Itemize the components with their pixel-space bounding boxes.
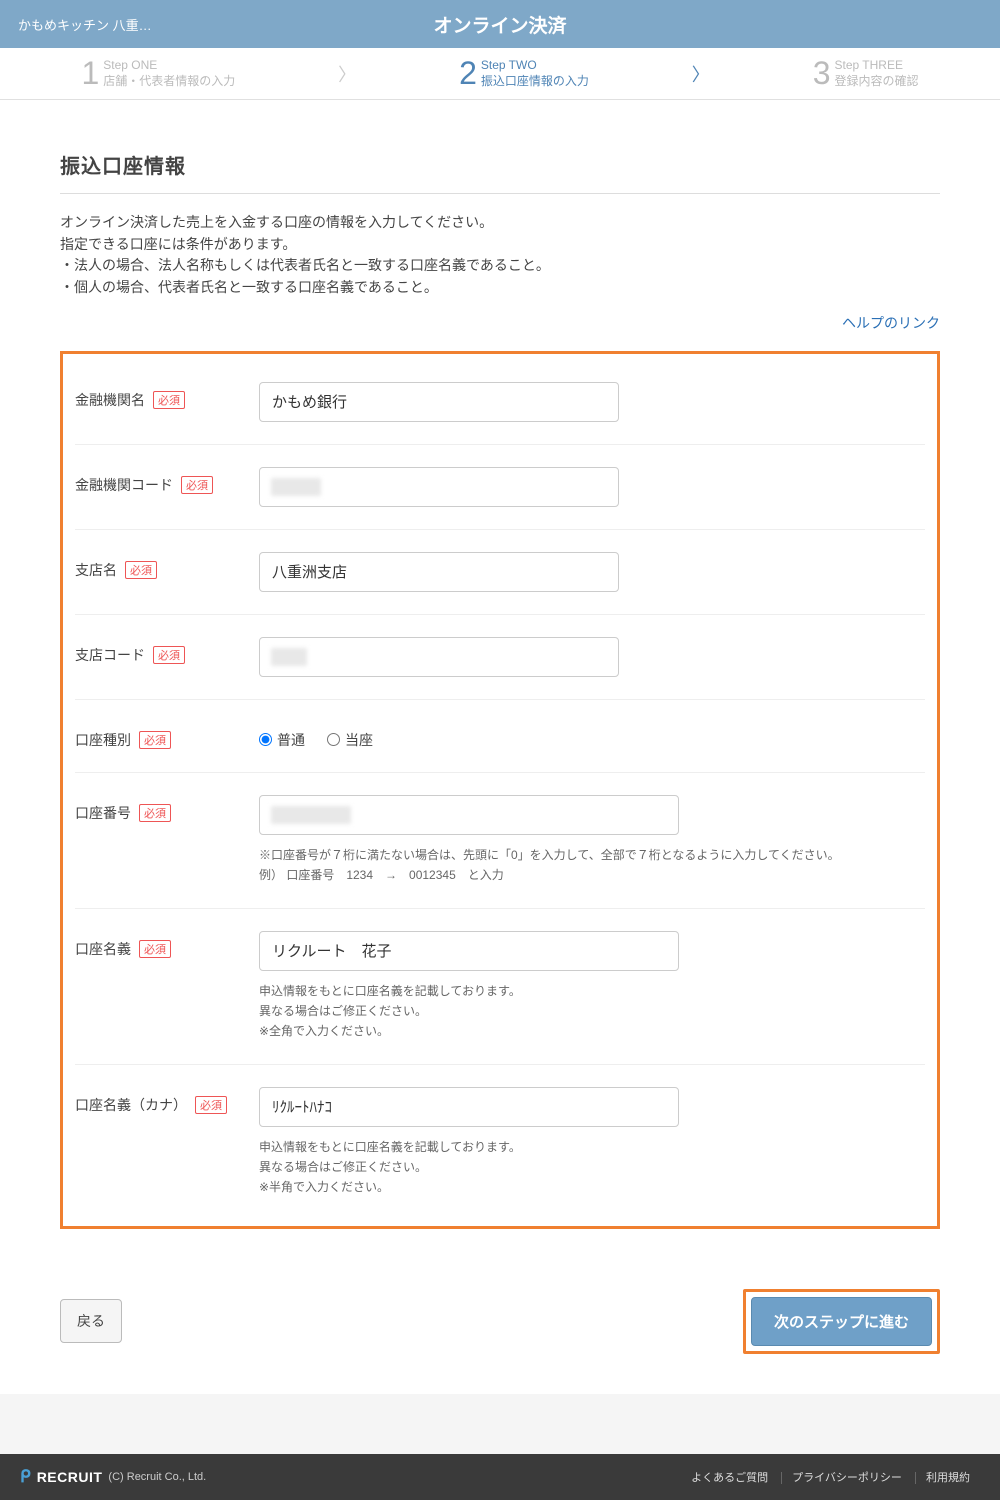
- row-branch-code: 支店コード 必須: [75, 615, 925, 700]
- radio-touza[interactable]: [327, 733, 340, 746]
- masked-value: [271, 478, 321, 496]
- account-holder-kana-note: 申込情報をもとに口座名義を記載しております。 異なる場合はご修正ください。 ※半…: [259, 1137, 925, 1198]
- step-top-label: Step THREE: [835, 58, 919, 74]
- branch-name-input[interactable]: [259, 552, 619, 592]
- account-type-touza[interactable]: 当座: [327, 730, 373, 750]
- masked-value: [271, 648, 307, 666]
- footer-link-privacy[interactable]: プライバシーポリシー: [781, 1472, 912, 1484]
- next-button-highlight: 次のステップに進む: [743, 1289, 940, 1354]
- branch-code-input[interactable]: [259, 637, 619, 677]
- bank-name-input[interactable]: [259, 382, 619, 422]
- account-number-label: 口座番号: [75, 803, 131, 823]
- step-three: 3 Step THREE 登録内容の確認: [813, 55, 919, 92]
- step-number: 2: [459, 55, 477, 92]
- row-account-number: 口座番号 必須 ※口座番号が７桁に満たない場合は、先頭に「0」を入力して、全部で…: [75, 773, 925, 909]
- account-number-note: ※口座番号が７桁に満たない場合は、先頭に「0」を入力して、全部で７桁となるように…: [259, 845, 925, 886]
- next-button[interactable]: 次のステップに進む: [751, 1297, 932, 1346]
- step-bottom-label: 店舗・代表者情報の入力: [103, 74, 235, 90]
- account-type-label: 口座種別: [75, 730, 131, 750]
- required-badge: 必須: [153, 646, 185, 664]
- row-account-holder: 口座名義 必須 申込情報をもとに口座名義を記載しております。 異なる場合はご修正…: [75, 909, 925, 1065]
- back-button[interactable]: 戻る: [60, 1299, 122, 1343]
- account-holder-kana-label: 口座名義（カナ）: [75, 1095, 187, 1115]
- step-top-label: Step TWO: [481, 58, 589, 74]
- branch-name-label: 支店名: [75, 560, 117, 580]
- step-one: 1 Step ONE 店舗・代表者情報の入力: [81, 55, 235, 92]
- footer-link-faq[interactable]: よくあるご質問: [681, 1472, 778, 1484]
- row-branch-name: 支店名 必須: [75, 530, 925, 615]
- section-title: 振込口座情報: [60, 150, 940, 194]
- bank-code-label: 金融機関コード: [75, 475, 173, 495]
- header: かもめキッチン 八重… オンライン決済: [0, 0, 1000, 48]
- row-bank-code: 金融機関コード 必須: [75, 445, 925, 530]
- row-account-holder-kana: 口座名義（カナ） 必須 申込情報をもとに口座名義を記載しております。 異なる場合…: [75, 1065, 925, 1220]
- step-number: 3: [813, 55, 831, 92]
- account-holder-kana-input[interactable]: [259, 1087, 679, 1127]
- required-badge: 必須: [125, 561, 157, 579]
- required-badge: 必須: [153, 391, 185, 409]
- stepper: 1 Step ONE 店舗・代表者情報の入力 〉 2 Step TWO 振込口座…: [0, 48, 1000, 100]
- bank-name-label: 金融機関名: [75, 390, 145, 410]
- help-link-wrap: ヘルプのリンク: [60, 313, 940, 333]
- masked-value: [271, 806, 351, 824]
- required-badge: 必須: [139, 731, 171, 749]
- required-badge: 必須: [181, 476, 213, 494]
- app-name: かもめキッチン 八重…: [0, 15, 400, 34]
- help-link[interactable]: ヘルプのリンク: [842, 315, 940, 331]
- row-account-type: 口座種別 必須 普通 当座: [75, 700, 925, 773]
- step-top-label: Step ONE: [103, 58, 235, 74]
- account-holder-note: 申込情報をもとに口座名義を記載しております。 異なる場合はご修正ください。 ※全…: [259, 981, 925, 1042]
- chevron-right-icon: 〉: [692, 61, 710, 87]
- footer: ᑭ RECRUIT (C) Recruit Co., Ltd. よくあるご質問 …: [0, 1454, 1000, 1500]
- required-badge: 必須: [139, 940, 171, 958]
- required-badge: 必須: [139, 804, 171, 822]
- step-bottom-label: 振込口座情報の入力: [481, 74, 589, 90]
- footer-links: よくあるご質問 プライバシーポリシー 利用規約: [681, 1469, 980, 1485]
- footer-link-terms[interactable]: 利用規約: [915, 1472, 980, 1484]
- intro-text: オンライン決済した売上を入金する口座の情報を入力してください。 指定できる口座に…: [60, 212, 940, 299]
- branch-code-label: 支店コード: [75, 645, 145, 665]
- form-box: 金融機関名 必須 金融機関コード 必須 支店名 必須: [60, 351, 940, 1229]
- page-title: オンライン決済: [433, 11, 566, 38]
- radio-futsuu[interactable]: [259, 733, 272, 746]
- row-bank-name: 金融機関名 必須: [75, 360, 925, 445]
- required-badge: 必須: [195, 1096, 227, 1114]
- account-holder-label: 口座名義: [75, 939, 131, 959]
- main-content: 振込口座情報 オンライン決済した売上を入金する口座の情報を入力してください。 指…: [0, 100, 1000, 1394]
- footer-copyright: (C) Recruit Co., Ltd.: [108, 1471, 206, 1483]
- step-two: 2 Step TWO 振込口座情報の入力: [459, 55, 589, 92]
- step-bottom-label: 登録内容の確認: [835, 74, 919, 90]
- account-type-futsuu[interactable]: 普通: [259, 730, 305, 750]
- footer-logo-text: RECRUIT: [37, 1469, 103, 1485]
- footer-left: ᑭ RECRUIT (C) Recruit Co., Ltd.: [20, 1467, 206, 1487]
- chevron-right-icon: 〉: [338, 61, 356, 87]
- action-bar: 戻る 次のステップに進む: [60, 1289, 940, 1354]
- step-number: 1: [81, 55, 99, 92]
- recruit-logo-icon: ᑭ: [20, 1467, 31, 1487]
- account-holder-input[interactable]: [259, 931, 679, 971]
